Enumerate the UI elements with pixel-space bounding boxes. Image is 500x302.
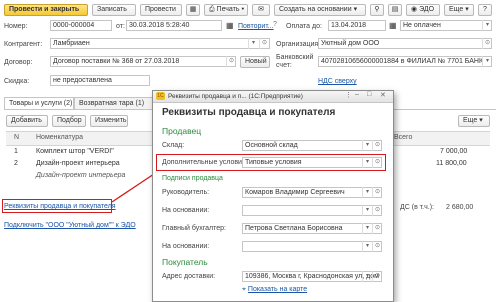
open-icon[interactable]: ⊙	[372, 187, 382, 198]
basis-label-1: На основании:	[162, 207, 210, 214]
seller-section-title: Продавец	[162, 126, 202, 136]
address-field[interactable]: 109386, Москва г, Краснодонская ул, дом	[242, 271, 382, 282]
basis-field-2[interactable]	[242, 241, 382, 252]
maximize-icon[interactable]: □	[367, 91, 371, 98]
menu-icon[interactable]: ⋮	[345, 91, 352, 99]
open-icon[interactable]: ⊙	[372, 205, 382, 216]
minimize-icon[interactable]: –	[355, 91, 359, 98]
map-pin-icon: ⌖	[242, 286, 246, 293]
warehouse-label: Склад:	[162, 142, 185, 149]
highlight-box-conditions	[156, 154, 386, 171]
close-icon[interactable]: ✕	[380, 91, 386, 99]
head-field[interactable]: Комаров Владимир Сергеевич	[242, 187, 382, 198]
warehouse-field[interactable]: Основной склад	[242, 140, 382, 151]
basis-field-1[interactable]	[242, 205, 382, 216]
chevron-down-icon[interactable]: ▾	[362, 140, 372, 151]
dialog-window-title: Реквизиты продавца и п... (1С:Предприяти…	[168, 93, 303, 100]
show-map-link-wrap: ⌖ Показать на карте	[242, 286, 307, 294]
dialog-heading: Реквизиты продавца и покупателя	[162, 107, 336, 118]
signatures-section-title: Подписи продавца	[162, 175, 223, 182]
show-map-link[interactable]: Показать на карте	[248, 286, 307, 293]
basis-label-2: На основании:	[162, 243, 210, 250]
app-logo-icon: 1С	[156, 92, 165, 100]
open-icon[interactable]: ⊙	[372, 223, 382, 234]
chevron-down-icon[interactable]: ▾	[362, 205, 372, 216]
chevron-down-icon[interactable]: ▾	[362, 223, 372, 234]
open-icon[interactable]: ⊙	[372, 241, 382, 252]
requisites-dialog: 1С Реквизиты продавца и п... (1С:Предпри…	[152, 90, 394, 302]
buyer-section-title: Покупатель	[162, 257, 208, 267]
open-icon[interactable]: ⊙	[372, 140, 382, 151]
head-label: Руководитель:	[162, 189, 210, 196]
open-icon[interactable]: ⊙	[372, 271, 382, 282]
chief-accountant-label: Главный бухгалтер:	[162, 225, 226, 232]
dialog-titlebar: 1С Реквизиты продавца и п... (1С:Предпри…	[153, 91, 393, 103]
chevron-down-icon[interactable]: ▾	[362, 271, 372, 282]
chevron-down-icon[interactable]: ▾	[362, 187, 372, 198]
address-label: Адрес доставки:	[162, 273, 216, 280]
chief-accountant-field[interactable]: Петрова Светлана Борисовна	[242, 223, 382, 234]
chevron-down-icon[interactable]: ▾	[362, 241, 372, 252]
